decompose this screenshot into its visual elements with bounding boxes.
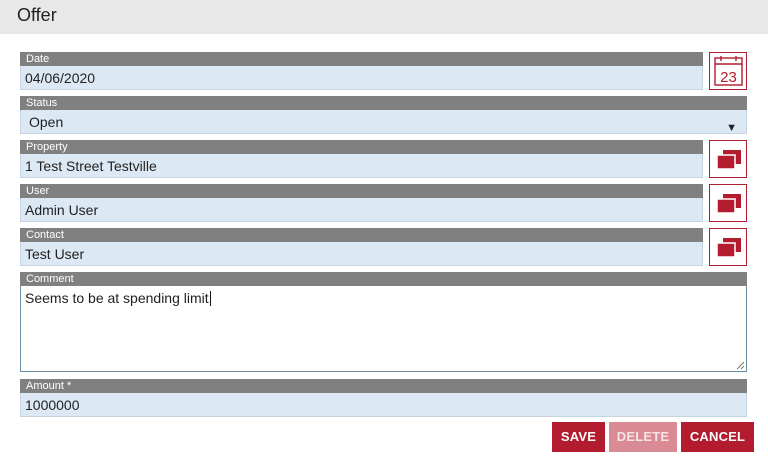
calendar-icon: 23 [714,56,743,86]
contact-lookup-button[interactable] [709,228,747,266]
lookup-windows-icon [716,238,741,258]
comment-field: Comment Seems to be at spending limit [20,272,747,372]
property-field: Property 1 Test Street Testville [20,140,703,178]
status-select[interactable]: Open ▼ [20,110,747,134]
contact-label: Contact [20,228,703,242]
user-input[interactable]: Admin User [20,198,703,222]
property-input[interactable]: 1 Test Street Testville [20,154,703,178]
save-button[interactable]: SAVE [552,422,605,452]
comment-text: Seems to be at spending limit [25,290,209,306]
amount-field: Amount * 1000000 [20,379,747,417]
status-field: Status Open ▼ [20,96,747,134]
lookup-windows-icon [716,194,741,214]
contact-input[interactable]: Test User [20,242,703,266]
user-field: User Admin User [20,184,703,222]
date-picker-button[interactable]: 23 [709,52,747,90]
comment-textarea[interactable]: Seems to be at spending limit [20,286,747,372]
date-input[interactable]: 04/06/2020 [20,66,703,90]
user-lookup-button[interactable] [709,184,747,222]
amount-label: Amount * [20,379,747,393]
delete-button[interactable]: DELETE [609,422,677,452]
cancel-button[interactable]: CANCEL [681,422,754,452]
dropdown-caret-icon: ▼ [726,122,737,134]
contact-field: Contact Test User [20,228,703,266]
status-selected-value: Open [29,114,64,130]
text-cursor [209,291,211,306]
window-header: Offer [0,0,768,34]
comment-label: Comment [20,272,747,286]
date-label: Date [20,52,703,66]
resize-grip-icon[interactable] [736,361,745,370]
calendar-day: 23 [720,69,737,86]
property-lookup-button[interactable] [709,140,747,178]
user-label: User [20,184,703,198]
page-title: Offer [17,5,57,25]
lookup-windows-icon [716,150,741,170]
amount-input[interactable]: 1000000 [20,393,747,417]
property-label: Property [20,140,703,154]
status-label: Status [20,96,747,110]
date-field: Date 04/06/2020 [20,52,703,90]
